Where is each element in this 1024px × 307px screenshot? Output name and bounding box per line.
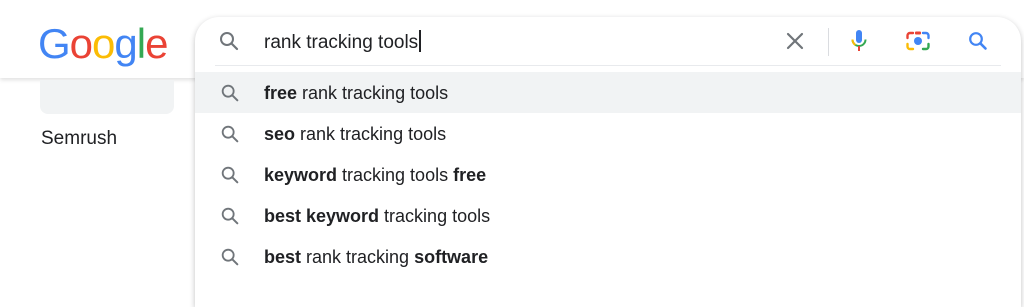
magnifier-icon xyxy=(217,29,241,58)
logo-letter: g xyxy=(114,20,137,67)
text-cursor xyxy=(419,30,421,52)
suggestion-bold-part: keyword xyxy=(264,165,338,185)
suggestion-part: rank tracking xyxy=(301,247,415,267)
voice-search-button[interactable] xyxy=(847,28,871,54)
suggestion-bold-part: free xyxy=(453,165,487,185)
result-label[interactable]: Semrush xyxy=(41,128,117,150)
search-submit-button[interactable] xyxy=(966,29,990,53)
suggestion-part: rank tracking tools xyxy=(295,124,447,144)
suggestion-bold-part: seo xyxy=(264,124,296,144)
suggestion-bold-part: free xyxy=(264,83,298,103)
suggestion-text: free rank tracking tools xyxy=(264,82,448,104)
magnifier-icon xyxy=(219,205,241,232)
suggestion-part: tracking tools xyxy=(379,206,491,226)
lens-search-button[interactable] xyxy=(905,29,931,53)
magnifier-icon xyxy=(219,82,241,109)
logo-letter: G xyxy=(38,20,71,67)
suggestion-text: keyword tracking tools free xyxy=(264,164,486,186)
logo-letter: o xyxy=(69,20,93,67)
microphone-icon xyxy=(851,30,867,51)
suggestion-bold-part: software xyxy=(414,247,489,267)
suggestion-part: tracking tools xyxy=(337,165,454,185)
suggestion-list: free rank tracking tools seo rank trackin… xyxy=(195,72,1021,277)
search-query-text: rank tracking tools xyxy=(264,32,419,53)
suggestion-part: rank tracking tools xyxy=(297,83,449,103)
logo-letter: o xyxy=(92,20,115,67)
suggestion-text: best rank tracking software xyxy=(264,246,488,268)
magnifier-icon xyxy=(219,123,241,150)
button-divider xyxy=(828,28,829,56)
suggestion-item[interactable]: best keyword tracking tools xyxy=(195,195,1021,236)
magnifier-icon xyxy=(219,164,241,191)
close-icon xyxy=(786,32,804,50)
suggestion-item[interactable]: best rank tracking software xyxy=(195,236,1021,277)
suggestion-bold-part: best xyxy=(264,247,302,267)
suggestion-separator xyxy=(215,65,1001,66)
clear-button[interactable] xyxy=(783,29,807,53)
suggestion-text: best keyword tracking tools xyxy=(264,205,490,227)
suggestion-item[interactable]: free rank tracking tools xyxy=(195,72,1021,113)
search-bar: rank tracking tools xyxy=(195,17,1021,65)
result-thumbnail xyxy=(40,80,174,114)
search-suggestion-panel: rank tracking tools free rank tracking t… xyxy=(195,17,1021,307)
camera-icon xyxy=(906,31,930,51)
suggestion-bold-part: best keyword xyxy=(264,206,380,226)
suggestion-item[interactable]: seo rank tracking tools xyxy=(195,113,1021,154)
google-logo[interactable]: Google xyxy=(38,20,168,68)
magnifier-icon xyxy=(219,246,241,273)
search-input[interactable]: rank tracking tools xyxy=(264,30,421,55)
search-icon xyxy=(969,32,987,50)
logo-letter: e xyxy=(145,20,168,67)
suggestion-text: seo rank tracking tools xyxy=(264,123,446,145)
logo-letter: l xyxy=(136,20,146,67)
suggestion-item[interactable]: keyword tracking tools free xyxy=(195,154,1021,195)
